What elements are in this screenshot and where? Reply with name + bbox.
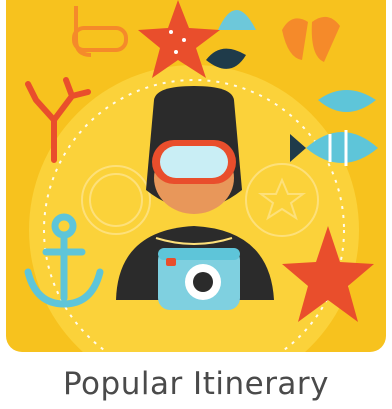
itinerary-illustration	[6, 0, 386, 352]
itinerary-card[interactable]: Popular Itinerary	[0, 0, 392, 409]
underwater-camera-icon	[158, 248, 240, 310]
itinerary-title[interactable]: Popular Itinerary	[0, 362, 392, 406]
